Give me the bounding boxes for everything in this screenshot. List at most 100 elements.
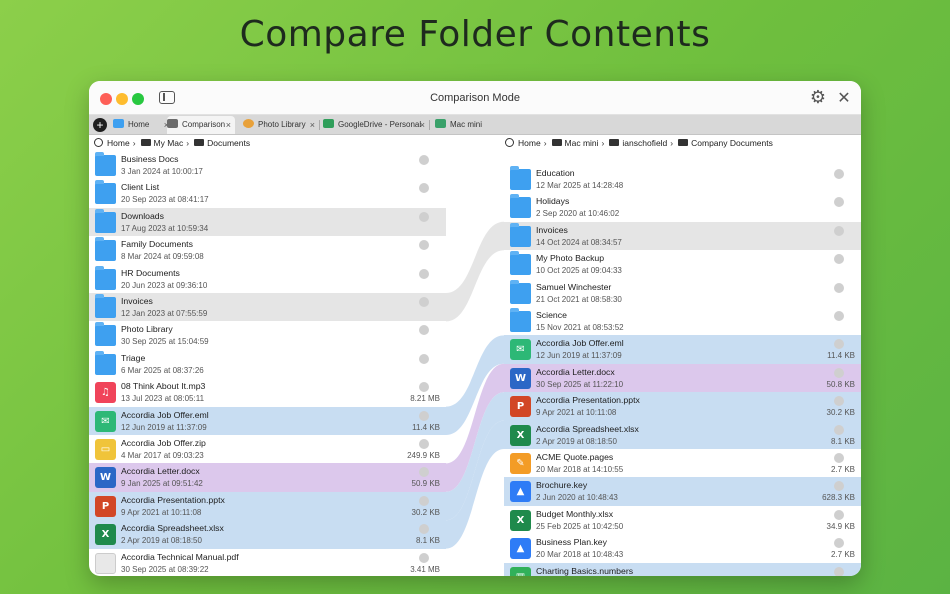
tab-comparison[interactable]: Comparison × xyxy=(167,116,235,134)
file-row[interactable]: ✉ Accordia Job Offer.eml 12 Jun 2019 at 11… xyxy=(504,335,861,364)
clock-icon[interactable] xyxy=(94,138,103,147)
file-row[interactable]: Downloads 17 Aug 2023 at 10:59:34 xyxy=(89,207,446,237)
select-radio[interactable] xyxy=(419,211,429,222)
tab-photo-library[interactable]: Photo Library × xyxy=(243,116,319,134)
select-radio[interactable] xyxy=(419,353,429,364)
select-radio[interactable] xyxy=(419,495,429,506)
file-row[interactable]: Triage 6 Mar 2025 at 08:37:26 xyxy=(89,350,446,378)
select-radio[interactable] xyxy=(419,297,429,307)
zip-file-icon: ▭ xyxy=(95,439,116,460)
tab-mac-mini[interactable]: Mac mini xyxy=(435,116,495,134)
file-row[interactable]: Invoices 14 Oct 2024 at 08:34:57 xyxy=(504,221,861,251)
tab-bar: + Home × Comparison × Photo Library × Go… xyxy=(89,115,861,135)
tab-close-icon[interactable]: × xyxy=(226,116,231,134)
file-name: ACME Quote.pages xyxy=(536,452,614,462)
select-radio[interactable] xyxy=(834,339,844,350)
select-radio[interactable] xyxy=(834,538,844,549)
select-radio[interactable] xyxy=(834,225,844,236)
file-row[interactable]: X Budget Monthly.xlsx 25 Feb 2025 at 10:42… xyxy=(504,506,861,534)
select-radio[interactable] xyxy=(834,566,844,576)
file-row[interactable]: ▭ Accordia Job Offer.zip 4 Mar 2017 at 09:… xyxy=(89,435,446,463)
select-radio[interactable] xyxy=(419,410,429,421)
select-radio[interactable] xyxy=(834,424,844,435)
file-row[interactable]: P Accordia Presentation.pptx 9 Apr 2021 at… xyxy=(504,392,861,421)
breadcrumb-item[interactable]: ianschofield xyxy=(622,138,667,148)
file-row[interactable]: W Accordia Letter.docx 9 Jan 2025 at 09:51… xyxy=(89,463,446,492)
select-radio[interactable] xyxy=(834,311,844,321)
select-radio[interactable] xyxy=(419,552,429,563)
file-name: Accordia Presentation.pptx xyxy=(121,494,225,505)
clock-icon[interactable] xyxy=(505,138,514,147)
gear-icon[interactable]: ⚙ xyxy=(807,87,829,109)
select-radio[interactable] xyxy=(834,367,844,378)
file-row[interactable]: Holidays 2 Sep 2020 at 10:46:02 xyxy=(504,193,861,221)
docx-file-icon: W xyxy=(95,467,116,489)
file-name: 08 Think About It.mp3 xyxy=(121,381,206,392)
file-row[interactable]: Accordia Technical Manual.pdf 30 Sep 2025… xyxy=(89,549,446,576)
add-tab-button[interactable]: + xyxy=(93,118,107,132)
breadcrumb-item[interactable]: Home xyxy=(518,138,541,148)
file-row[interactable]: X Accordia Spreadsheet.xlsx 2 Apr 2019 at … xyxy=(89,520,446,549)
file-name: Holidays xyxy=(536,196,570,207)
file-row[interactable]: Science 15 Nov 2021 at 08:53:52 xyxy=(504,307,861,335)
eml-file-icon: ✉ xyxy=(510,339,531,361)
file-row[interactable]: W Accordia Letter.docx 30 Sep 2025 at 11:2… xyxy=(504,363,861,393)
numbers-file-icon: ▥ xyxy=(510,566,531,576)
select-radio[interactable] xyxy=(419,155,429,165)
select-radio[interactable] xyxy=(419,240,429,251)
select-radio[interactable] xyxy=(834,254,844,265)
file-row[interactable]: ✉ Accordia Job Offer.eml 12 Jun 2019 at 11… xyxy=(89,406,446,435)
breadcrumb-item[interactable]: Mac mini xyxy=(565,138,599,148)
file-date: 12 Jun 2019 at 11:37:09 xyxy=(536,351,622,361)
file-row[interactable]: Business Docs 3 Jan 2024 at 10:00:17 xyxy=(89,151,446,179)
select-radio[interactable] xyxy=(834,197,844,208)
select-radio[interactable] xyxy=(419,268,429,279)
file-row[interactable]: Family Documents 8 Mar 2024 at 09:59:08 xyxy=(89,236,446,264)
breadcrumb-item[interactable]: Company Documents xyxy=(691,138,773,148)
eml-file-icon: ✉ xyxy=(95,410,116,432)
select-radio[interactable] xyxy=(834,169,844,179)
file-row[interactable]: ✎ ACME Quote.pages 20 Mar 2018 at 14:10:55… xyxy=(504,449,861,477)
breadcrumb-item[interactable]: My Mac xyxy=(154,138,184,148)
file-name: Business Plan.key xyxy=(536,537,607,548)
file-row[interactable]: Client List 20 Sep 2023 at 08:41:17 xyxy=(89,179,446,207)
file-row[interactable]: P Accordia Presentation.pptx 9 Apr 2021 at… xyxy=(89,491,446,521)
file-row[interactable]: My Photo Backup 10 Oct 2025 at 09:04:33 xyxy=(504,250,861,278)
tab-home[interactable]: Home × xyxy=(113,116,173,134)
close-x-icon[interactable]: ✕ xyxy=(833,87,855,109)
file-name: Accordia Letter.docx xyxy=(536,366,615,377)
file-row[interactable]: HR Documents 20 Jun 2023 at 09:36:10 xyxy=(89,265,446,293)
file-row[interactable]: Education 12 Mar 2025 at 14:28:48 xyxy=(504,165,861,193)
select-radio[interactable] xyxy=(419,439,429,449)
file-date: 12 Jun 2019 at 11:37:09 xyxy=(121,422,207,432)
file-size: 30.2 KB xyxy=(411,507,440,517)
file-row[interactable]: ▲ Brochure.key 2 Jun 2020 at 10:48:43 628.3… xyxy=(504,477,861,506)
photos-icon xyxy=(243,119,254,128)
select-radio[interactable] xyxy=(834,282,844,293)
select-radio[interactable] xyxy=(419,325,429,336)
select-radio[interactable] xyxy=(834,509,844,520)
select-radio[interactable] xyxy=(834,396,844,407)
file-row[interactable]: Samuel Winchester 21 Oct 2021 at 08:58:30 xyxy=(504,279,861,307)
tab-close-icon[interactable]: × xyxy=(420,116,425,134)
breadcrumb-item[interactable]: Documents xyxy=(207,138,250,148)
tab-close-icon[interactable]: × xyxy=(310,116,315,134)
select-radio[interactable] xyxy=(419,524,429,535)
select-radio[interactable] xyxy=(834,481,844,492)
file-row[interactable]: X Accordia Spreadsheet.xlsx 2 Apr 2019 at … xyxy=(504,420,861,449)
file-date: 12 Jan 2023 at 07:55:59 xyxy=(121,309,208,318)
select-radio[interactable] xyxy=(419,467,429,478)
tab-divider xyxy=(429,120,430,130)
select-radio[interactable] xyxy=(419,183,429,194)
select-radio[interactable] xyxy=(419,382,429,393)
tab-google-drive[interactable]: GoogleDrive - Personal × xyxy=(323,116,429,134)
select-radio[interactable] xyxy=(834,453,844,463)
breadcrumb-item[interactable]: Home xyxy=(107,138,130,148)
left-breadcrumb: Home › My Mac › Documents xyxy=(94,135,444,151)
file-row[interactable]: ▥Charting Basics.numbers20 Nov 2019 at 1… xyxy=(504,562,861,576)
mp3-file-icon: ♫ xyxy=(95,382,116,404)
file-row[interactable]: ▲ Business Plan.key 20 Mar 2018 at 10:48:4… xyxy=(504,534,861,562)
file-row[interactable]: Invoices 12 Jan 2023 at 07:55:59 xyxy=(89,293,446,322)
file-row[interactable]: ♫ 08 Think About It.mp3 13 Jul 2023 at 08:… xyxy=(89,378,446,406)
file-row[interactable]: Photo Library 30 Sep 2025 at 15:04:59 xyxy=(89,321,446,349)
